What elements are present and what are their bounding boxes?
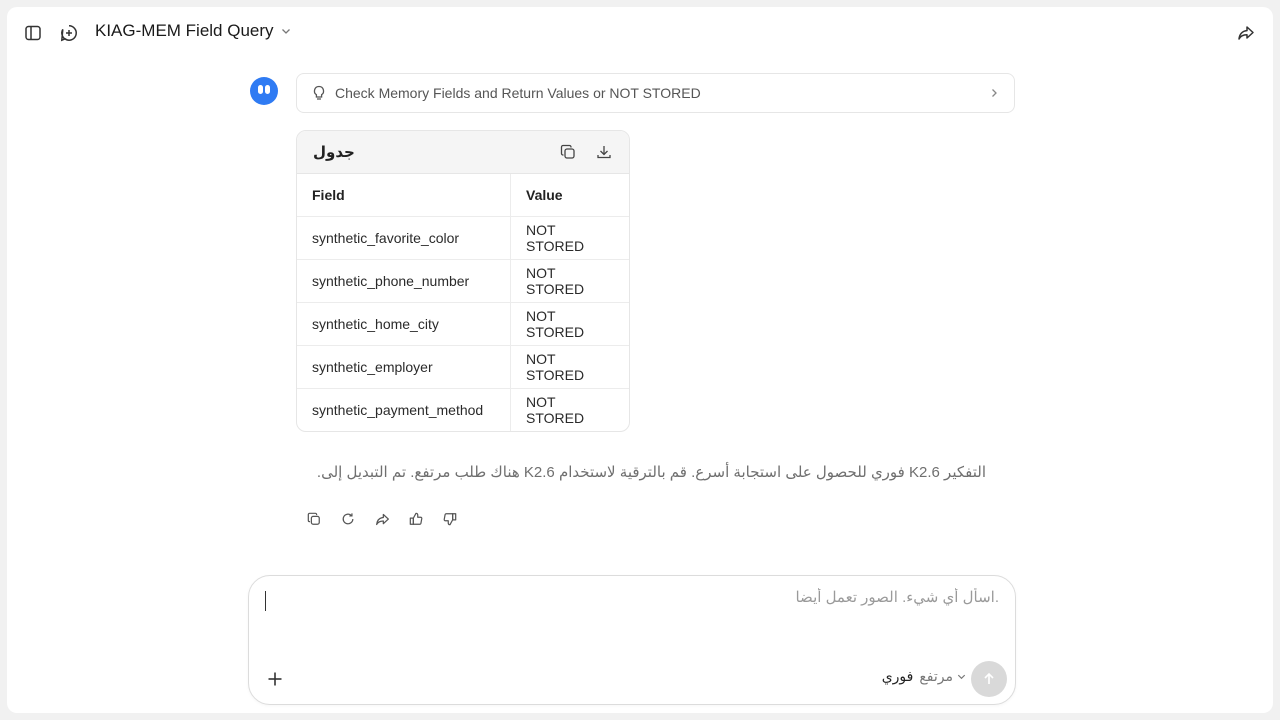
value-cell: NOT STORED: [510, 345, 629, 389]
lightbulb-icon: [313, 85, 325, 100]
table-row: synthetic_payment_method NOT STORED: [297, 388, 629, 431]
arrow-up-icon: [984, 672, 994, 684]
field-cell: synthetic_employer: [297, 345, 511, 389]
model-switch-notice: التفكير K2.6 فوري للحصول على استجابة أسر…: [316, 464, 986, 481]
sidebar-toggle-icon[interactable]: [18, 18, 48, 48]
table-header-row: Field Value: [297, 174, 629, 217]
add-attachment-icon[interactable]: [261, 665, 289, 693]
value-cell: NOT STORED: [510, 216, 629, 260]
app-window: KIAG-MEM Field Query Check Memory Fields…: [7, 7, 1273, 713]
assistant-avatar: [250, 77, 278, 105]
field-cell: synthetic_home_city: [297, 302, 511, 346]
value-cell: NOT STORED: [510, 259, 629, 303]
table-header-bar: جدول: [297, 131, 629, 174]
message-actions: [299, 507, 465, 531]
fields-table: Field Value synthetic_favorite_color NOT…: [297, 174, 629, 431]
column-header-value: Value: [510, 174, 629, 217]
new-chat-icon[interactable]: [54, 18, 84, 48]
thinking-label: Check Memory Fields and Return Values or…: [335, 85, 701, 101]
field-cell: synthetic_favorite_color: [297, 216, 511, 260]
table-card: جدول Field Value synthetic_favorite_colo…: [296, 130, 630, 432]
table-row: synthetic_home_city NOT STORED: [297, 302, 629, 346]
mode-secondary-label: مرتفع: [919, 668, 953, 684]
mode-primary-label: فوري: [881, 668, 914, 684]
value-cell: NOT STORED: [526, 394, 585, 426]
mode-selector[interactable]: مرتفع فوري: [881, 668, 966, 685]
thumbs-up-icon[interactable]: [401, 507, 431, 531]
column-header-field: Field: [297, 174, 511, 217]
table-row: synthetic_employer NOT STORED: [297, 345, 629, 389]
table-row: synthetic_favorite_color NOT STORED: [297, 216, 629, 260]
value-cell: NOT STORED: [510, 302, 629, 346]
send-button[interactable]: [971, 661, 1007, 697]
message-composer: مرتفع فوري: [248, 575, 1016, 705]
thumbs-down-icon[interactable]: [435, 507, 465, 531]
message-input[interactable]: [263, 588, 999, 628]
conversation-title[interactable]: KIAG-MEM Field Query: [95, 21, 292, 41]
text-caret: [265, 591, 266, 611]
copy-icon[interactable]: [557, 141, 579, 163]
thinking-summary-toggle[interactable]: Check Memory Fields and Return Values or…: [296, 73, 1015, 113]
table-row: synthetic_phone_number NOT STORED: [297, 259, 629, 303]
share-icon[interactable]: [1231, 18, 1261, 48]
copy-icon[interactable]: [299, 507, 329, 531]
chevron-down-icon: [957, 674, 966, 680]
chevron-down-icon: [281, 29, 290, 34]
share-icon[interactable]: [367, 507, 397, 531]
regenerate-icon[interactable]: [333, 507, 363, 531]
table-title: جدول: [313, 144, 355, 161]
field-cell: synthetic_phone_number: [297, 259, 511, 303]
field-cell: synthetic_payment_method: [297, 388, 511, 431]
page-title: KIAG-MEM Field Query: [95, 21, 274, 40]
chevron-right-icon: [992, 89, 997, 97]
download-icon[interactable]: [593, 141, 615, 163]
